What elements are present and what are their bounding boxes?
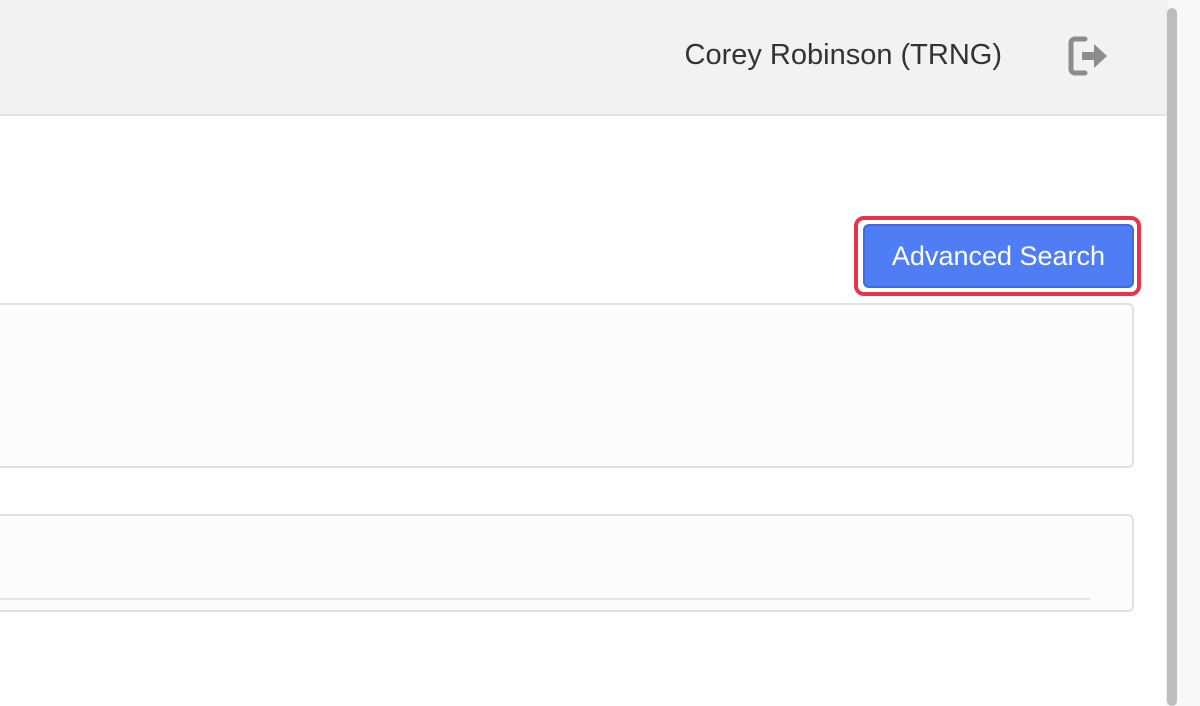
logout-button[interactable] — [1062, 30, 1114, 82]
vertical-scrollbar[interactable] — [1166, 0, 1200, 706]
results-divider — [0, 598, 1090, 600]
search-panel — [0, 303, 1134, 468]
main-content: Advanced Search — [0, 116, 1166, 706]
logout-icon — [1068, 36, 1107, 76]
app-viewport: Corey Robinson (TRNG) Advanced Search — [0, 0, 1200, 706]
scrollbar-thumb[interactable] — [1167, 8, 1177, 706]
results-panel — [0, 514, 1134, 612]
user-name[interactable]: Corey Robinson (TRNG) — [685, 36, 1002, 74]
top-header: Corey Robinson (TRNG) — [0, 0, 1166, 116]
advanced-search-button[interactable]: Advanced Search — [863, 224, 1134, 288]
